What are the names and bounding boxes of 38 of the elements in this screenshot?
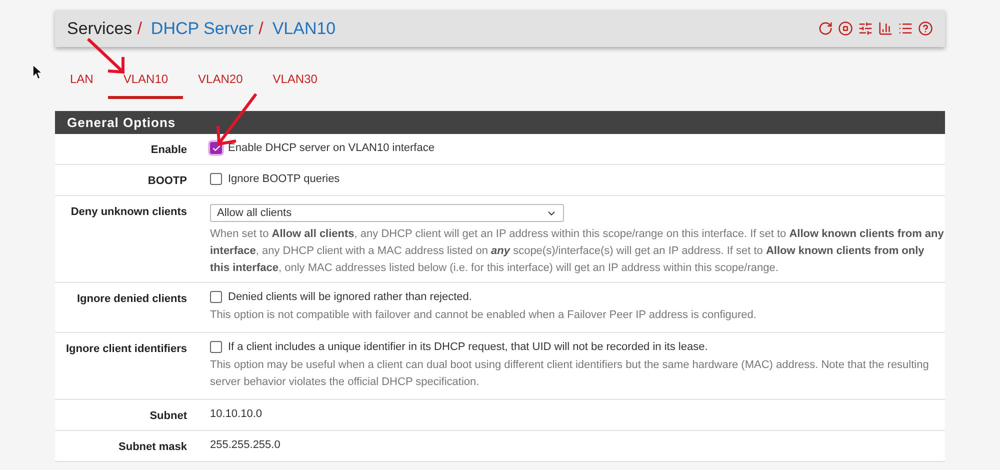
breadcrumb-link[interactable]: VLAN10 [272,18,336,38]
breadcrumb-separator: / [258,18,264,38]
section-header: General Options [55,111,945,134]
mouse-cursor-icon [33,65,43,79]
help-text: When set to Allow all clients, any DHCP client will get an IP address within this scope/range on this interface. If set to Allow known clients from any interface, any DHCP client with a MAC address listed on any scope(s)/interface(s) will get an IP address. If set to Allow known clients from only this interface, only MAC addresses listed below (i.e. for this interface) will get an IP address within this scope/range. [210,227,945,276]
tab[interactable]: LAN [55,67,108,99]
field-label: Ignore client identifiers [64,342,187,357]
breadcrumb-text: Services [67,18,132,38]
field-label: Subnet [148,409,187,422]
checkbox[interactable] [210,173,222,185]
reload-icon[interactable] [818,21,833,36]
checkbox[interactable] [210,291,222,303]
bar-chart-icon[interactable] [878,21,893,36]
field-label: Enable [150,143,187,156]
checkbox-label: Denied clients will be ignored rather than rejected. [228,291,472,303]
sliders-icon[interactable] [858,21,873,36]
help-text: This option may be useful when a client can dual boot using different client identifiers but the same hardware (MAC) address. Note that the resulting server behavior violates the official DHCP specification. [210,358,930,390]
list-icon[interactable] [898,21,913,36]
breadcrumb-link[interactable]: DHCP Server [150,18,254,38]
checkbox-label: Enable DHCP server on VLAN10 interface [228,142,434,154]
field-label: Deny unknown clients [70,205,187,220]
tab[interactable]: VLAN30 [258,67,332,99]
field-label: Ignore denied clients [76,292,187,307]
field-value: 255.255.255.0 [210,439,280,451]
stop-icon[interactable] [838,21,853,36]
field-label: BOOTP [146,174,187,187]
checkbox[interactable] [210,341,222,353]
checkbox-label: If a client includes a unique identifier in its DHCP request, that UID will not be recorded in its lease. [228,341,708,353]
checkbox[interactable] [210,142,222,154]
tab[interactable]: VLAN10 [108,67,184,99]
help-icon[interactable] [918,21,933,36]
select-field[interactable]: Allow all clients [210,204,564,222]
breadcrumb-separator: / [137,18,142,38]
tab[interactable]: VLAN20 [183,67,258,99]
help-text: This option is not compatible with failover and cannot be enabled when a Failover Peer IP address is configured. [210,308,758,323]
checkbox-label: Ignore BOOTP queries [228,173,340,185]
field-label: Subnet mask [118,440,187,453]
field-value: 10.10.10.0 [210,408,262,420]
